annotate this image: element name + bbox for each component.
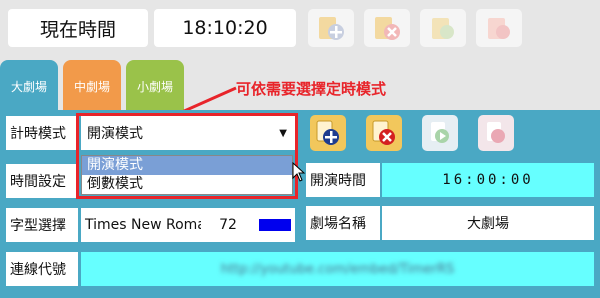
connection-value: http://youtube.com/embed/TimerRS [220,261,455,277]
add-file-button-disabled[interactable] [308,9,354,47]
start-time-value[interactable]: 16:00:00 [382,163,594,197]
tab-large-theater[interactable]: 大劇場 [0,60,58,112]
connection-label: 連線代號 [6,252,78,286]
annotation-text: 可依需要選擇定時模式 [236,80,387,98]
play-button[interactable] [422,115,458,151]
add-file-icon [316,120,339,145]
font-color-picker[interactable] [255,208,295,242]
delete-file-icon [375,17,400,40]
delete-file-button-disabled[interactable] [364,9,410,47]
delete-button[interactable] [366,115,402,151]
add-file-icon [319,17,344,40]
time-setting-label: 時間設定 [6,164,78,198]
file-refresh-button-disabled[interactable] [476,9,522,47]
font-color-swatch [259,219,291,231]
font-family-field[interactable]: Times New Roman [81,208,201,242]
clock-reset-icon [487,122,505,143]
file-refresh-icon [488,18,510,39]
mouse-cursor-icon [292,162,306,182]
add-button[interactable] [310,115,346,151]
font-size-field[interactable]: 72 [201,208,255,242]
clock-play-icon [431,122,449,143]
current-time-value: 18:10:20 [154,9,296,47]
theater-name-label: 劇場名稱 [306,206,380,240]
delete-file-icon [372,120,395,145]
current-time-label: 現在時間 [8,9,148,47]
connection-field[interactable]: http://youtube.com/embed/TimerRS [81,252,594,286]
mode-label: 計時模式 [6,116,78,150]
font-label: 字型選擇 [6,208,78,242]
highlight-box [76,113,298,199]
reset-button[interactable] [478,115,514,151]
start-time-label: 開演時間 [306,163,380,197]
file-check-button-disabled[interactable] [420,9,466,47]
file-check-icon [432,18,454,39]
theater-name-value[interactable]: 大劇場 [382,206,594,240]
